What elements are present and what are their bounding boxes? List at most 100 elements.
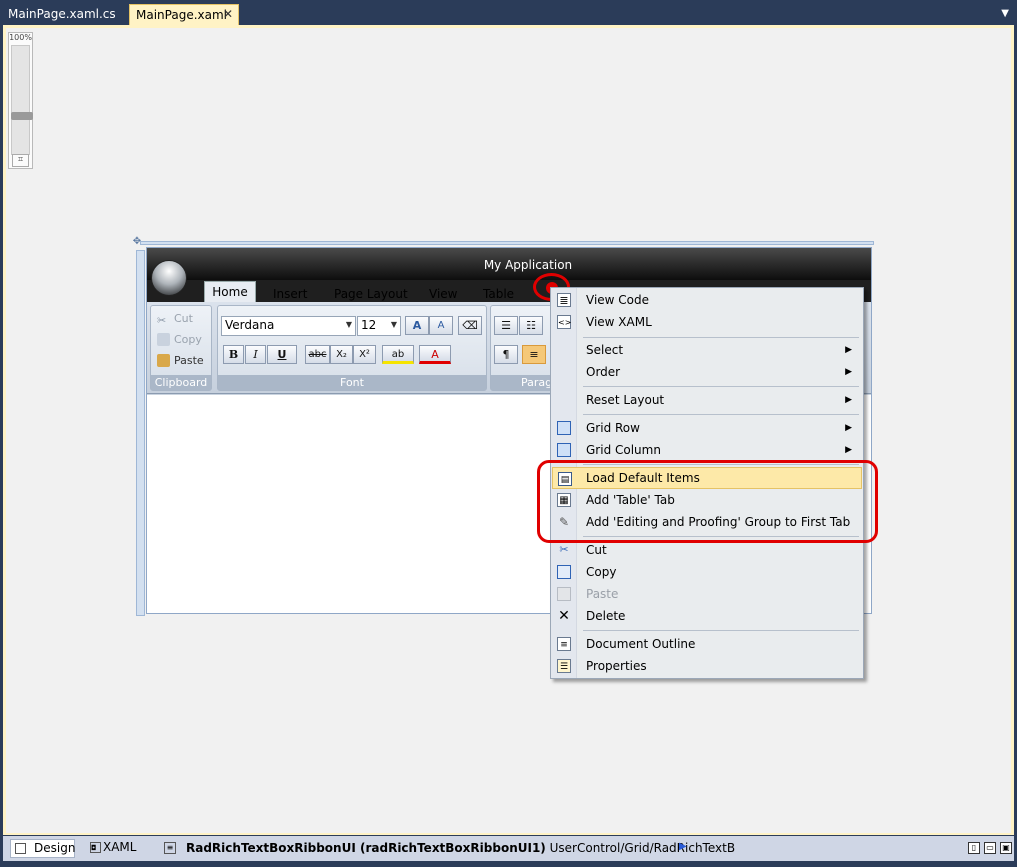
outline-icon: ≡ [557, 637, 571, 651]
numbering-icon[interactable]: ☷ [519, 316, 543, 335]
menu-item-grid-row[interactable]: Grid Row ▶ [552, 417, 862, 439]
menu-item-select[interactable]: Select ▶ [552, 339, 862, 361]
xaml-view-icon: ◘ [90, 842, 101, 853]
chevron-down-icon: ▼ [390, 320, 397, 329]
annotation-box [537, 460, 878, 543]
breadcrumb-next-icon[interactable]: ▶ [679, 841, 687, 852]
chevron-down-icon[interactable]: ▼ [1001, 8, 1009, 19]
menu-item-label: Select [586, 343, 624, 357]
properties-icon: ☰ [557, 659, 571, 673]
font-name-combo[interactable]: Verdana ▼ [221, 316, 356, 336]
menu-item-label: Cut [586, 543, 607, 557]
clipboard-group-label: Clipboard [151, 375, 211, 390]
bold-button[interactable]: B [223, 345, 244, 364]
fit-to-window-icon[interactable]: ⌗ [12, 154, 29, 167]
ribbon-tab-page-layout[interactable]: Page Layout [334, 287, 408, 301]
vertical-split-icon[interactable]: ▯ [968, 842, 980, 854]
font-color-button[interactable]: A [419, 345, 451, 364]
font-group: Verdana ▼ 12 ▼ A A ⌫ B I U abc X₂ X² ab A … [217, 305, 487, 391]
ribbon-tab-view[interactable]: View [429, 287, 457, 301]
selection-adorner-left[interactable] [136, 250, 145, 616]
zoom-slider[interactable] [11, 45, 33, 155]
xaml-icon: <> [557, 315, 571, 329]
ribbon-tab-table[interactable]: Table [483, 287, 514, 301]
submenu-arrow-icon: ▶ [845, 423, 852, 433]
breadcrumb-selected: RadRichTextBoxRibbonUI (radRichTextBoxRi… [186, 841, 546, 855]
paste-label: Paste [174, 354, 204, 367]
document-tab-bar: MainPage.xaml.cs MainPage.xaml ✕ ▼ [0, 0, 1017, 25]
paste-button[interactable]: Paste [153, 351, 211, 370]
menu-item-label: View Code [586, 293, 650, 307]
tab-xaml[interactable]: ◘ XAML [86, 839, 146, 858]
cut-button[interactable]: ✂ Cut [153, 309, 207, 328]
superscript-button[interactable]: X² [353, 345, 376, 364]
font-size-combo[interactable]: 12 ▼ [357, 316, 401, 336]
highlight-color-button[interactable]: ab [382, 345, 414, 364]
menu-item-document-outline[interactable]: ≡ Document Outline [552, 633, 862, 655]
code-icon: ≣ [557, 293, 571, 307]
delete-icon: ✕ [558, 608, 570, 624]
horizontal-split-icon[interactable]: ▭ [984, 842, 996, 854]
breadcrumb[interactable]: RadRichTextBoxRibbonUI (radRichTextBoxRi… [186, 841, 735, 855]
application-orb-icon[interactable] [151, 260, 187, 296]
clear-formatting-icon[interactable]: ⌫ [458, 316, 482, 335]
copy-label: Copy [174, 333, 202, 346]
breadcrumb-path: UserControl/Grid/RadRichTextB [549, 841, 736, 855]
menu-item-properties[interactable]: ☰ Properties [552, 655, 862, 677]
selection-adorner-top[interactable] [140, 241, 874, 245]
paste-icon [557, 587, 571, 601]
tab-label: MainPage.xaml [136, 8, 227, 22]
menu-item-label: Grid Row [586, 421, 640, 435]
submenu-arrow-icon: ▶ [845, 445, 852, 455]
zoom-level: 100% [9, 33, 32, 42]
menu-item-view-code[interactable]: ≣ View Code [552, 289, 862, 311]
menu-item-order[interactable]: Order ▶ [552, 361, 862, 383]
menu-item-label: Grid Column [586, 443, 661, 457]
move-handle-icon[interactable]: ✥ [131, 236, 143, 248]
copy-icon [557, 565, 571, 579]
tab-label: MainPage.xaml.cs [8, 7, 116, 21]
tab-mainpage-xaml[interactable]: MainPage.xaml ✕ [129, 4, 239, 25]
underline-button[interactable]: U [267, 345, 297, 364]
menu-item-delete[interactable]: ✕ Delete [552, 605, 862, 627]
subscript-button[interactable]: X₂ [330, 345, 353, 364]
designer-status-bar-inner: Design ◘ XAML ≡ RadRichTextBoxRibbonUI (r… [3, 836, 1014, 861]
bullets-icon[interactable]: ☰ [494, 316, 518, 335]
font-size-value: 12 [361, 318, 377, 332]
menu-item-label: Document Outline [586, 637, 696, 651]
italic-button[interactable]: I [245, 345, 266, 364]
shrink-font-button[interactable]: A [429, 316, 453, 335]
tab-design-label: Design [34, 841, 76, 855]
menu-item-paste[interactable]: Paste [552, 583, 862, 605]
clipboard-group: ✂ Cut Copy Paste Clipboard [150, 305, 212, 391]
show-formatting-button[interactable]: ¶ [494, 345, 518, 364]
menu-separator [583, 414, 859, 415]
collapse-pane-icon[interactable]: ▣ [1000, 842, 1012, 854]
ribbon-tab-insert[interactable]: Insert [273, 287, 307, 301]
menu-separator [583, 337, 859, 338]
tab-mainpage-xaml-cs[interactable]: MainPage.xaml.cs [2, 4, 124, 25]
document-outline-icon[interactable]: ≡ [164, 842, 176, 854]
ribbon-tab-home[interactable]: Home [204, 281, 256, 303]
strikethrough-button[interactable]: abc [305, 345, 330, 364]
close-icon[interactable]: ✕ [223, 7, 233, 21]
menu-separator [583, 630, 859, 631]
designer-status-bar: Design ◘ XAML ≡ RadRichTextBoxRibbonUI (r… [0, 835, 1017, 867]
tab-design[interactable]: Design [10, 839, 75, 858]
submenu-arrow-icon: ▶ [845, 395, 852, 405]
align-left-icon[interactable]: ≡ [522, 345, 546, 364]
font-name-value: Verdana [225, 318, 275, 332]
menu-item-label: Copy [586, 565, 617, 579]
cut-label: Cut [174, 312, 193, 325]
menu-item-copy[interactable]: Copy [552, 561, 862, 583]
menu-item-view-xaml[interactable]: <> View XAML [552, 311, 862, 333]
scissors-icon: ✂ [157, 314, 167, 327]
menu-item-grid-column[interactable]: Grid Column ▶ [552, 439, 862, 461]
menu-item-reset-layout[interactable]: Reset Layout ▶ [552, 389, 862, 411]
paste-icon [157, 354, 170, 367]
copy-button[interactable]: Copy [153, 330, 207, 349]
zoom-slider-thumb[interactable] [11, 112, 33, 120]
menu-item-label: Paste [586, 587, 619, 601]
grow-font-button[interactable]: A [405, 316, 429, 335]
menu-item-label: View XAML [586, 315, 652, 329]
